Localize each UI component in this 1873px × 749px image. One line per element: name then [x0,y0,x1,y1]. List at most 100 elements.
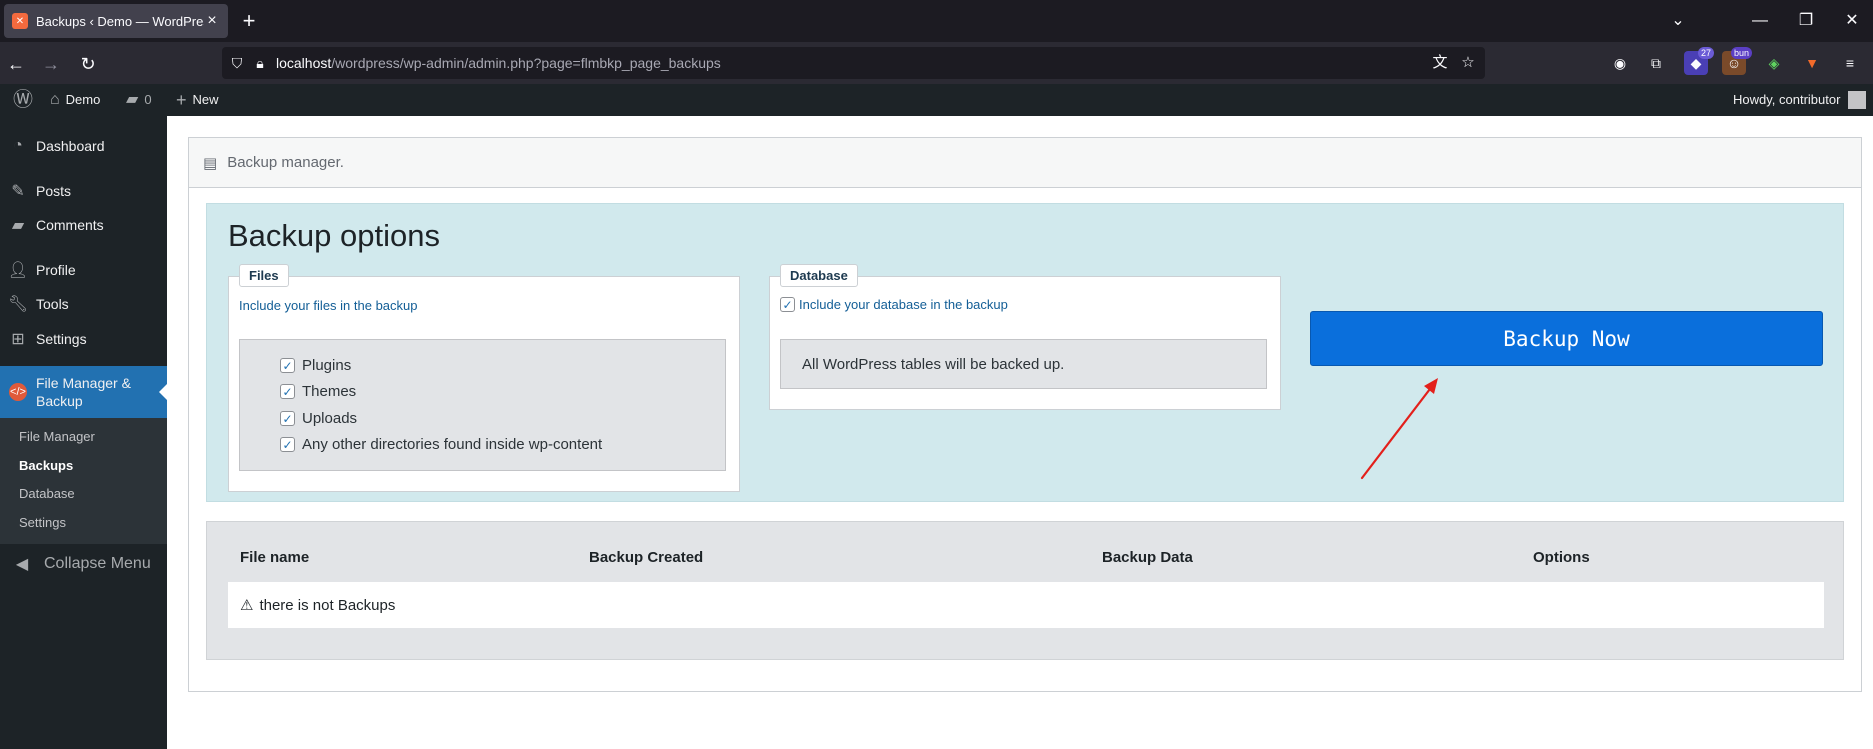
account-icon[interactable]: ◉ [1608,51,1632,75]
sidebar-item-label: File Manager & Backup [36,375,131,409]
sidebar-item-comments[interactable]: ▰ Comments [0,208,167,242]
comment-bubble-icon: ▰ [11,217,25,234]
sidebar-item-settings[interactable]: ⊞ Settings [0,322,167,356]
sidebar-item-label: Tools [36,296,69,312]
extension-fox-icon[interactable]: ▼ [1800,51,1824,75]
other-directories-checkbox[interactable]: ✓ [280,437,295,452]
dashboard-gauge-icon: ◔ [13,137,23,154]
collapse-menu-label: Collapse Menu [44,555,151,572]
site-name: Demo [65,92,101,107]
avatar [1848,91,1867,109]
xampp-favicon-icon: ✕ [12,13,28,29]
panel-header-text: Backup manager. [227,154,344,171]
menu-hamburger-icon[interactable]: ≡ [1838,51,1862,75]
url-bar[interactable]: ⛉ 🔒︎ localhost/wordpress/wp-admin/admin.… [222,47,1485,79]
restore-icon[interactable]: ❐ [1794,8,1818,34]
admin-sidebar: ◔ Dashboard ✎ Posts ▰ Comments 👤︎ Profil… [0,116,167,749]
sidebar-item-profile[interactable]: 👤︎ Profile [0,253,167,287]
reload-icon[interactable]: ↻ [75,51,101,77]
shield-icon[interactable]: ⛉ [222,55,252,72]
option-themes[interactable]: ✓ Themes [280,383,356,400]
extension-bun-label: bun [1730,47,1752,59]
url-host: localhost [276,55,332,71]
database-checkbox[interactable]: ✓ [780,297,795,312]
collapse-menu-button[interactable]: ◀ Collapse Menu [0,549,151,579]
user-icon: 👤︎ [7,262,29,279]
close-tab-icon[interactable]: × [204,12,220,30]
column-header-backup-created: Backup Created [589,549,704,566]
bookmark-star-icon[interactable]: ☆ [1456,51,1480,75]
database-checkbox-label: Include your database in the backup [799,297,1008,312]
submenu-item-database[interactable]: Database [19,486,75,501]
tab-title: Backups ‹ Demo — WordPress [36,13,204,29]
submenu-item-file-manager[interactable]: File Manager [19,429,95,444]
sidebar-item-label: Profile [36,262,76,278]
browser-tab[interactable]: ✕ Backups ‹ Demo — WordPress × [4,4,228,38]
pushpin-icon: ✎ [11,183,25,200]
sidebar-item-label: Dashboard [36,138,105,154]
comments-link[interactable]: ▰ 0 [126,84,152,116]
panel-header: ▤ Backup manager. [189,138,1861,188]
new-content-link[interactable]: + New [176,84,219,116]
comments-count: 0 [144,92,152,107]
option-label: Themes [302,383,357,400]
themes-checkbox[interactable]: ✓ [280,384,295,399]
wp-admin-bar: Ⓦ ⌂ Demo ▰ 0 + New Howdy, contributor [0,84,1873,116]
home-icon: ⌂ [50,91,60,108]
sidebar-item-file-manager-backup[interactable]: </> File Manager & Backup [0,366,167,418]
option-other-directories[interactable]: ✓ Any other directories found inside wp-… [280,436,602,453]
option-plugins[interactable]: ✓ Plugins [280,357,351,374]
collapse-arrow-icon: ◀ [15,556,29,573]
sidebar-item-label: Comments [36,217,104,233]
submenu-item-backups[interactable]: Backups [19,458,73,473]
wrench-icon: 🔧︎ [7,296,29,313]
extensions-icon[interactable]: ⧉ [1644,51,1668,75]
wp-logo-icon[interactable]: Ⓦ [13,84,39,116]
minimize-icon[interactable]: — [1748,8,1772,34]
my-account-link[interactable]: Howdy, contributor [1733,84,1867,116]
option-uploads[interactable]: ✓ Uploads [280,410,357,427]
uploads-checkbox[interactable]: ✓ [280,411,295,426]
submenu-item-settings[interactable]: Settings [19,515,66,530]
extension-badge-icon[interactable]: ◆ 27 [1684,47,1714,75]
extension-badge-count: 27 [1697,47,1714,59]
forward-icon[interactable]: → [38,51,64,77]
extension-green-icon[interactable]: ◈ [1762,51,1786,75]
files-description: Include your files in the backup [239,298,418,313]
option-label: Any other directories found inside wp-co… [302,436,603,453]
sidebar-submenu: File Manager Backups Database Settings [0,418,167,544]
code-icon: </> [0,383,36,401]
option-label: Plugins [302,357,352,374]
table-row: ⚠ there is not Backups [228,582,1824,628]
files-options-box: ✓ Plugins ✓ Themes ✓ Uploads ✓ Any other… [239,339,726,471]
sidebar-item-label: Settings [36,331,87,347]
list-all-tabs-icon[interactable]: ⌄ [1666,8,1690,34]
sidebar-item-dashboard[interactable]: ◔ Dashboard [0,129,167,163]
lock-icon[interactable]: 🔒︎ [252,55,268,72]
new-tab-icon[interactable]: + [236,8,262,34]
url-text[interactable]: localhost/wordpress/wp-admin/admin.php?p… [276,55,721,71]
plugins-checkbox[interactable]: ✓ [280,358,295,373]
warning-icon: ⚠ [240,597,254,614]
sidebar-item-tools[interactable]: 🔧︎ Tools [0,287,167,321]
url-path: /wordpress/wp-admin/admin.php?page=flmbk… [331,55,721,71]
sidebar-item-label: Posts [36,183,72,199]
extension-bun-icon[interactable]: ☺ bun [1722,47,1752,75]
column-header-backup-data: Backup Data [1102,549,1193,566]
backup-now-button[interactable]: Backup Now [1310,311,1823,366]
option-database[interactable]: ✓ Include your database in the backup [780,297,1008,312]
settings-sliders-icon: ⊞ [11,331,25,348]
site-name-link[interactable]: ⌂ Demo [50,84,100,116]
empty-message: there is not Backups [259,596,396,614]
database-info-box: All WordPress tables will be backed up. [780,339,1267,389]
comment-bubble-icon: ▰ [126,91,139,108]
translate-icon[interactable]: 文 [1428,51,1452,75]
sidebar-item-posts[interactable]: ✎ Posts [0,174,167,208]
close-window-icon[interactable]: ✕ [1840,8,1864,34]
column-header-options: Options [1533,549,1590,566]
current-menu-arrow [159,384,167,400]
back-icon[interactable]: ← [3,51,29,77]
option-label: Uploads [302,410,358,427]
files-legend: Files [239,264,289,287]
files-fieldset: Files Include your files in the backup ✓… [228,264,740,492]
